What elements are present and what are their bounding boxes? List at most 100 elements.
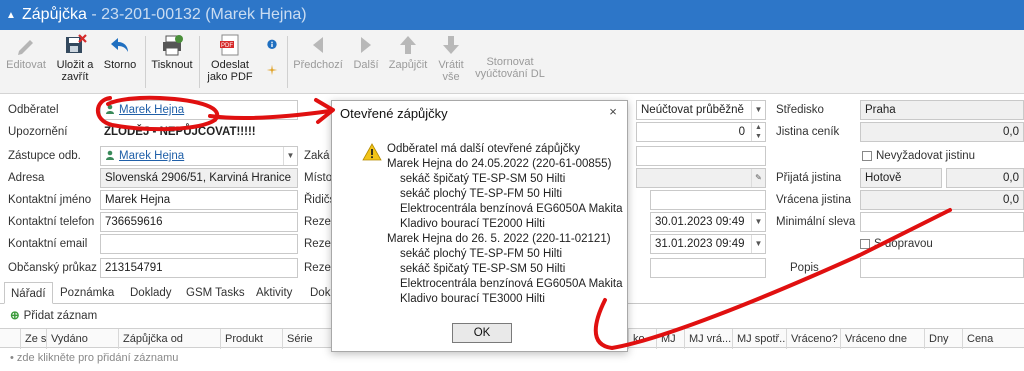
toolbar: Editovat Uložit a zavřít Storno Tisknout	[0, 30, 1024, 94]
tab-gsm-tasks[interactable]: GSM Tasks	[186, 282, 245, 304]
column-header[interactable]: Produkt	[220, 329, 282, 349]
rep-field[interactable]: Marek Hejna ▼	[100, 146, 298, 166]
tab-label: Dok	[310, 287, 331, 299]
driver-field[interactable]	[650, 190, 766, 210]
window-title-separator: -	[86, 6, 102, 23]
column-header[interactable]: Série	[282, 329, 332, 349]
rep-link[interactable]: Marek Hejna	[119, 150, 184, 162]
print-button[interactable]: Tisknout	[148, 32, 196, 92]
plus-icon: ⊕	[10, 310, 20, 322]
customer-link[interactable]: Marek Hejna	[119, 104, 184, 116]
cancel-button[interactable]: Storno	[100, 32, 140, 92]
place-label: Místo	[304, 172, 333, 184]
deposit-price-field[interactable]: 0,0	[860, 122, 1024, 142]
column-header[interactable]: MJ	[656, 329, 684, 349]
window-title-doc-ref: 23-201-00132 (Marek Hejna)	[101, 6, 307, 23]
quantity-value: 0	[738, 126, 745, 138]
chevron-down-icon[interactable]: ▼	[283, 147, 297, 165]
order-field[interactable]	[636, 146, 766, 166]
ok-button[interactable]: OK	[452, 323, 512, 343]
accepted-deposit-label: Přijatá jistina	[776, 172, 842, 184]
accepted-deposit-amount[interactable]: 0,0	[946, 168, 1024, 188]
column-header[interactable]: MJ vrá...	[684, 329, 732, 349]
tab-label: GSM Tasks	[186, 287, 245, 299]
chevron-down-icon[interactable]: ▼	[751, 101, 765, 119]
note-field[interactable]	[860, 258, 1024, 278]
next-button[interactable]: Další	[348, 32, 384, 92]
no-deposit-checkbox[interactable]	[862, 151, 872, 161]
spin-icon[interactable]: ▲ ▼	[751, 123, 765, 141]
billing-select[interactable]: Neúčtovat průběžně ▼	[636, 100, 766, 120]
dialog-line: Odběratel má další otevřené zápůjčky	[387, 143, 581, 155]
print-label: Tisknout	[151, 59, 193, 71]
note-label: Popis	[790, 262, 819, 274]
return-all-label-2: vše	[442, 71, 460, 83]
pencil-icon[interactable]: ✎	[751, 169, 765, 187]
accepted-deposit-type[interactable]: Hotově	[860, 168, 942, 188]
reservation-note-field[interactable]	[650, 258, 766, 278]
arrow-left-icon	[313, 37, 323, 53]
tab-activities[interactable]: Aktivity	[256, 282, 292, 304]
previous-button[interactable]: Předchozí	[292, 32, 344, 92]
info-icon	[267, 39, 277, 49]
return-all-button[interactable]: Vrátit vše	[432, 32, 470, 92]
close-icon[interactable]: ×	[605, 104, 621, 120]
column-header[interactable]: Cena	[962, 329, 1024, 349]
app-icon: ▲	[6, 9, 16, 21]
center-field[interactable]: Praha	[860, 100, 1024, 120]
send-pdf-button[interactable]: PDF Odeslat jako PDF	[204, 32, 256, 92]
save-close-label-1: Uložit a	[56, 59, 94, 71]
chevron-down-icon[interactable]: ▼	[751, 213, 765, 231]
place-field[interactable]: ✎	[636, 168, 766, 188]
tab-label: Nářadí	[11, 288, 46, 300]
column-header[interactable]: Zápůjčka od	[118, 329, 220, 349]
column-header[interactable]: Vráceno dne	[840, 329, 924, 349]
dialog-body: Odběratel má další otevřené zápůjčky Mar…	[332, 129, 629, 311]
tab-documents[interactable]: Doklady	[130, 282, 172, 304]
contact-email-label: Kontaktní email	[8, 238, 88, 250]
column-header[interactable]: Dny	[924, 329, 962, 349]
save-close-button[interactable]: Uložit a zavřít	[50, 32, 100, 92]
returned-deposit-field[interactable]: 0,0	[860, 190, 1024, 210]
contact-phone-field[interactable]: 736659616	[100, 212, 298, 232]
add-record-label: Přidat záznam	[23, 310, 98, 322]
tab-dok[interactable]: Dok	[310, 282, 330, 304]
tab-tools[interactable]: Nářadí	[4, 282, 53, 304]
column-header[interactable]: Ze s...	[20, 329, 46, 349]
tab-label: Doklady	[130, 287, 172, 299]
toolbar-separator	[287, 36, 288, 88]
id-card-field[interactable]: 213154791	[100, 258, 298, 278]
quantity-stepper[interactable]: 0 ▲ ▼	[636, 122, 766, 142]
tab-note[interactable]: Poznámka	[60, 282, 114, 304]
customer-field[interactable]: Marek Hejna	[100, 100, 298, 120]
contact-email-field[interactable]	[100, 234, 298, 254]
reservation-from-field[interactable]: 30.01.2023 09:49 ▼	[650, 212, 766, 232]
transport-checkbox[interactable]	[860, 239, 870, 249]
id-card-label: Občanský průkaz	[8, 262, 97, 274]
column-header[interactable]: Vydáno	[46, 329, 118, 349]
cancel-label: Storno	[103, 59, 137, 71]
accepted-deposit-type-value: Hotově	[865, 172, 902, 184]
contact-name-label: Kontaktní jméno	[8, 194, 92, 206]
save-close-label-2: zavřít	[61, 71, 89, 83]
column-header[interactable]: ko	[628, 329, 656, 349]
billing-value: Neúčtovat průběžně	[641, 104, 744, 116]
contact-phone-label: Kontaktní telefon	[8, 216, 95, 228]
column-header[interactable]: MJ spotř...	[732, 329, 786, 349]
warning-text: ZLODĚJ - NEPŮJČOVAT!!!!!	[104, 126, 256, 138]
deposit-price-label: Jistina ceník	[776, 126, 840, 138]
toolbar-separator	[199, 36, 200, 88]
reservation-to-field[interactable]: 31.01.2023 09:49 ▼	[650, 234, 766, 254]
pencil-icon	[18, 40, 33, 55]
column-header[interactable]: Vráceno?	[786, 329, 840, 349]
address-field[interactable]: Slovenská 2906/51, Karviná Hranice	[100, 168, 298, 188]
add-record-button[interactable]: ⊕ Přidat záznam	[10, 308, 97, 324]
min-discount-field[interactable]	[860, 212, 1024, 232]
lend-button[interactable]: Zapůjčit	[386, 32, 430, 92]
cancel-billing-button[interactable]: Stornovat vyúčtování DL	[472, 32, 548, 92]
dialog-line: Marek Hejna do 26. 5. 2022 (220-11-02121…	[387, 233, 611, 245]
center-label: Středisko	[776, 104, 824, 116]
contact-name-field[interactable]: Marek Hejna	[100, 190, 298, 210]
edit-button[interactable]: Editovat	[4, 32, 48, 92]
chevron-down-icon[interactable]: ▼	[751, 235, 765, 253]
